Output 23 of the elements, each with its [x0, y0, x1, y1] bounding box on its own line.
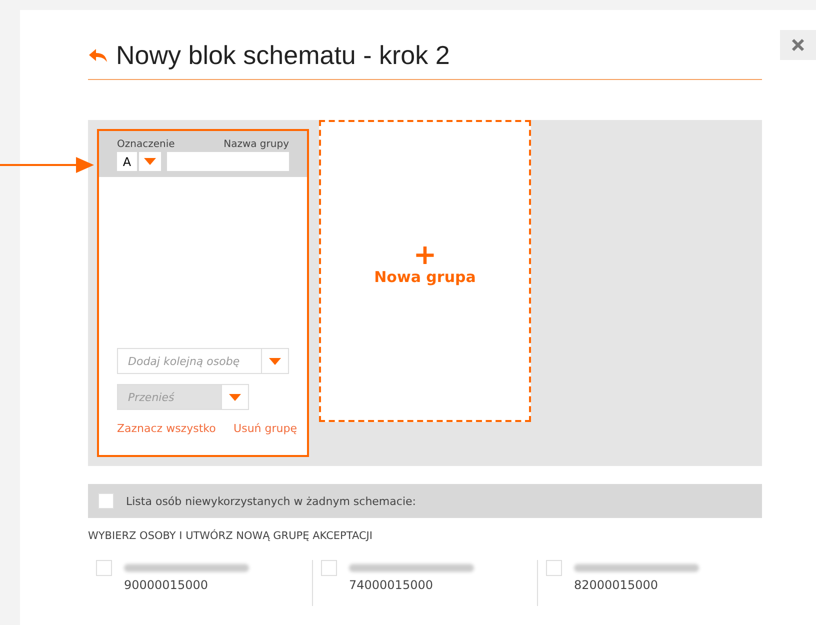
- dialog-title: Nowy blok schematu - krok 2: [116, 40, 450, 71]
- instruction-text: WYBIERZ OSOBY I UTWÓRZ NOWĄ GRUPĘ AKCEPTACJI: [88, 530, 374, 542]
- checkbox[interactable]: [98, 493, 114, 509]
- delete-group-link[interactable]: Usuń grupę: [234, 422, 297, 435]
- checkbox[interactable]: [321, 560, 337, 576]
- group-name-field[interactable]: [167, 152, 289, 171]
- group-name-label: Nazwa grupy: [224, 139, 289, 150]
- person-number: 90000015000: [124, 578, 209, 592]
- dropdown-caret-icon: [229, 394, 241, 400]
- dropdown-caret-icon: [144, 158, 156, 165]
- close-icon: [791, 38, 805, 52]
- add-person-dropdown[interactable]: Dodaj kolejną osobę: [117, 348, 289, 374]
- dropdown-caret-icon: [269, 358, 281, 364]
- designation-label: Oznaczenie: [117, 139, 175, 150]
- checkbox[interactable]: [96, 560, 112, 576]
- person-number: 74000015000: [349, 578, 434, 592]
- close-button[interactable]: [780, 30, 816, 60]
- unused-list-label: Lista osób niewykorzystanych w żadnym schemacie:: [126, 494, 416, 508]
- select-all-link[interactable]: Zaznacz wszystko: [117, 422, 216, 435]
- person-number: 82000015000: [574, 578, 659, 592]
- back-arrow-icon[interactable]: [88, 48, 108, 64]
- new-group-button[interactable]: + Nowa grupa: [319, 120, 531, 422]
- checkbox[interactable]: [546, 560, 562, 576]
